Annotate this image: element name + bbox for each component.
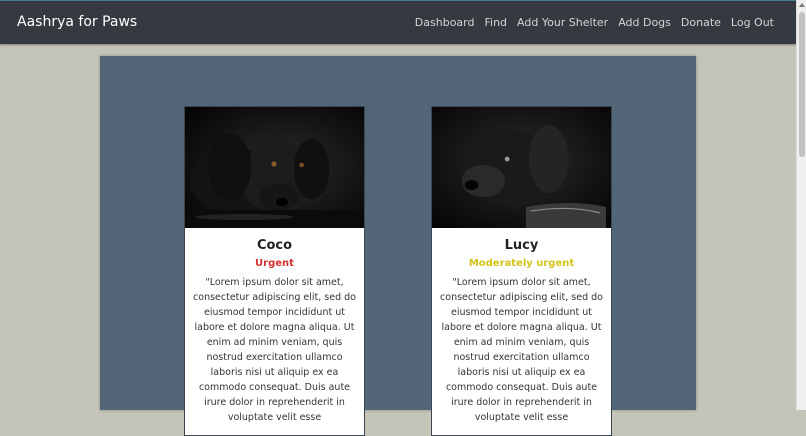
dog-description: "Lorem ipsum dolor sit amet, consectetur… (193, 277, 356, 423)
dogs-container: Coco Urgent "Lorem ipsum dolor sit amet,… (100, 56, 696, 436)
dog-name: Lucy (504, 238, 539, 253)
scrollbar-thumb[interactable] (799, 12, 805, 157)
dog-description: "Lorem ipsum dolor sit amet, consectetur… (440, 277, 603, 423)
nav-link-dashboard[interactable]: Dashboard (415, 16, 475, 29)
nav-link-donate[interactable]: Donate (681, 16, 721, 29)
nav-link-logout[interactable]: Log Out (731, 16, 774, 29)
dog-card[interactable]: Coco Urgent "Lorem ipsum dolor sit amet,… (184, 106, 365, 436)
nav-links: Dashboard Find Add Your Shelter Add Dogs… (415, 16, 774, 29)
dog-card[interactable]: Lucy Moderately urgent "Lorem ipsum dolo… (431, 106, 612, 436)
brand-link[interactable]: Aashrya for Paws (17, 14, 137, 30)
scroll-up-arrow-icon[interactable] (799, 3, 805, 7)
nav-link-add-shelter[interactable]: Add Your Shelter (517, 16, 608, 29)
dog-photo (432, 107, 611, 228)
navbar: Aashrya for Paws Dashboard Find Add Your… (0, 0, 796, 44)
urgency-status: Moderately urgent (468, 258, 575, 269)
nav-link-add-dogs[interactable]: Add Dogs (618, 16, 671, 29)
page-scrollbar[interactable] (796, 0, 806, 410)
nav-link-find[interactable]: Find (484, 16, 507, 29)
dog-name: Coco (256, 238, 293, 253)
dog-photo (185, 107, 364, 228)
urgency-status: Urgent (255, 258, 294, 269)
